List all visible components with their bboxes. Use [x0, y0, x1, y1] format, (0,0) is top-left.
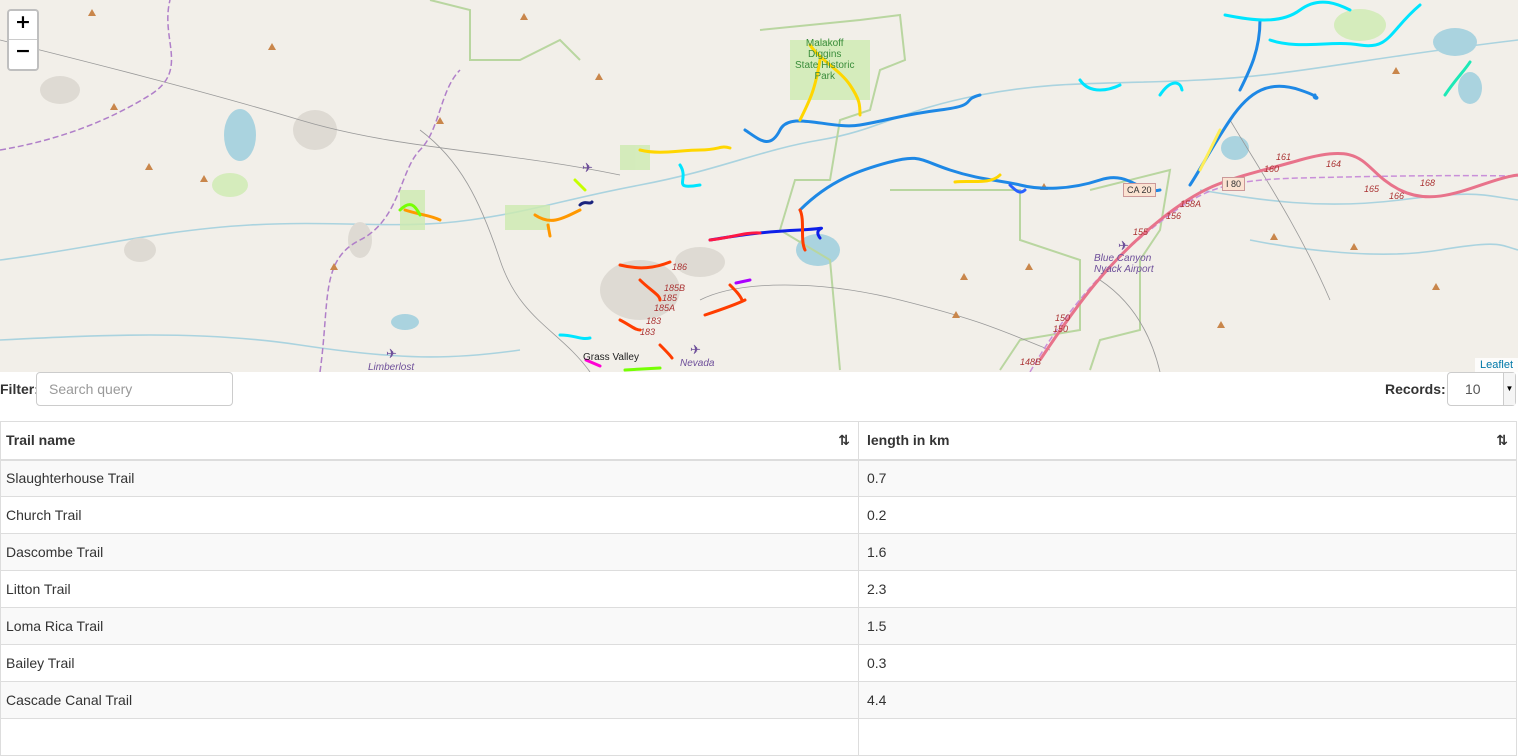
trail-length-cell: 1.5	[858, 607, 1517, 645]
ca20-shield: CA 20	[1123, 183, 1156, 197]
column-header-length[interactable]: length in km ⇅	[858, 421, 1517, 461]
limberlost-label: Limberlost	[368, 362, 415, 372]
road-number: 183	[646, 316, 662, 326]
trail-name-cell: Slaughterhouse Trail	[0, 459, 859, 497]
road-number: 156	[1166, 211, 1182, 221]
zoom-control: + −	[7, 9, 39, 71]
road-number: 166	[1389, 191, 1405, 201]
column-header-label: length in km	[867, 432, 950, 449]
trail-name-cell: Church Trail	[0, 496, 859, 534]
zoom-out-button[interactable]: −	[9, 40, 37, 69]
road-number: 185B	[664, 283, 686, 293]
table-row[interactable]: Dascombe Trail 1.6	[0, 533, 1517, 571]
trail-name-cell: Dascombe Trail	[0, 533, 859, 571]
airplane-icon: ✈	[1118, 238, 1129, 253]
road-number: 186	[672, 262, 688, 272]
records-select-value: 10	[1465, 381, 1481, 397]
filter-label: Filter:	[0, 381, 39, 397]
table-row[interactable]: Cascade Canal Trail 4.4	[0, 681, 1517, 719]
trail-length-cell: 4.4	[858, 681, 1517, 719]
search-input[interactable]	[36, 372, 233, 406]
sort-icon[interactable]: ⇅	[1496, 432, 1508, 449]
trail-length-cell: 0.2	[858, 496, 1517, 534]
airplane-icon: ✈	[690, 342, 701, 357]
malakoff-diggins-label: Malakoff Diggins State Historic Park	[795, 38, 855, 82]
chevron-down-icon: ▼	[1503, 373, 1515, 405]
column-header-label: Trail name	[6, 432, 76, 449]
table-row[interactable]: Loma Rica Trail 1.5	[0, 607, 1517, 645]
trail-name-cell: Cascade Canal Trail	[0, 681, 859, 719]
trail-length-cell: 0.7	[858, 459, 1517, 497]
road-number: 160	[1264, 164, 1280, 174]
trails-table: Trail name ⇅ length in km ⇅ Slaughterhou…	[0, 421, 1517, 756]
trail-name-cell	[0, 718, 859, 756]
zoom-in-button[interactable]: +	[9, 11, 37, 40]
trail-length-cell	[858, 718, 1517, 756]
road-number: 148B	[1020, 357, 1042, 367]
table-row[interactable]: Bailey Trail 0.3	[0, 644, 1517, 682]
road-number: 165	[1364, 184, 1380, 194]
leaflet-attribution-link[interactable]: Leaflet	[1474, 358, 1518, 372]
column-header-trail-name[interactable]: Trail name ⇅	[0, 421, 859, 461]
sort-icon[interactable]: ⇅	[838, 432, 850, 449]
trail-name-cell: Bailey Trail	[0, 644, 859, 682]
road-number: 185A	[654, 303, 676, 313]
airplane-icon: ✈	[582, 160, 593, 175]
table-row[interactable]	[0, 718, 1517, 756]
table-row[interactable]: Slaughterhouse Trail 0.7	[0, 459, 1517, 497]
trail-length-cell: 2.3	[858, 570, 1517, 608]
road-number: 150	[1053, 324, 1069, 334]
airport-label: Blue Canyon Nyack Airport	[1094, 253, 1154, 275]
road-number: 164	[1326, 159, 1342, 169]
table-header-row: Trail name ⇅ length in km ⇅	[0, 421, 1517, 461]
trail-length-cell: 0.3	[858, 644, 1517, 682]
trail-name-cell: Loma Rica Trail	[0, 607, 859, 645]
records-per-page-select[interactable]: 10 ▼	[1447, 372, 1516, 406]
table-toolbar: Filter: Records: 10 ▼	[0, 372, 1518, 420]
table-row[interactable]: Church Trail 0.2	[0, 496, 1517, 534]
nevada-label: Nevada	[680, 358, 715, 369]
map-tiles	[0, 0, 1518, 372]
road-number: 168	[1420, 178, 1436, 188]
i80-shield: I 80	[1222, 177, 1246, 191]
trail-name-cell: Litton Trail	[0, 570, 859, 608]
grass-valley-label: Grass Valley	[583, 352, 639, 363]
road-number: 183	[640, 327, 656, 337]
records-label: Records:	[1385, 381, 1446, 397]
trail-map[interactable]: Malakoff Diggins State Historic Park Gra…	[0, 0, 1518, 372]
airplane-icon: ✈	[386, 346, 397, 361]
road-number: 185	[662, 293, 678, 303]
road-number: 161	[1276, 152, 1292, 162]
road-number: 150	[1055, 313, 1071, 323]
road-number: 158A	[1180, 199, 1202, 209]
trail-length-cell: 1.6	[858, 533, 1517, 571]
road-number: 155	[1133, 227, 1149, 237]
table-row[interactable]: Litton Trail 2.3	[0, 570, 1517, 608]
